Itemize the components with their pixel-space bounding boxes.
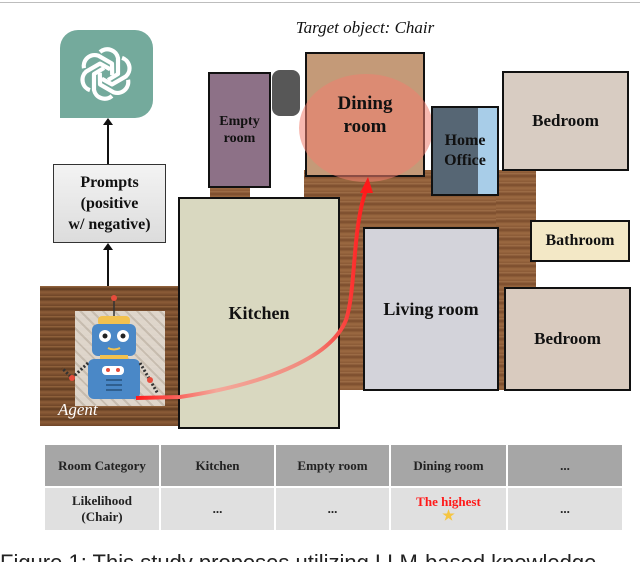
table-header-cell: Dining room <box>391 445 506 486</box>
row-label-line: Likelihood <box>72 493 132 508</box>
likelihood-table: Room Category Kitchen Empty room Dining … <box>43 443 624 532</box>
path-segment <box>135 189 368 400</box>
figure-caption: Figure 1: This study proposes utilizing … <box>0 548 640 562</box>
path-arrowhead <box>360 177 373 193</box>
highest-label: The highest <box>416 494 481 509</box>
table-header-cell: Kitchen <box>161 445 274 486</box>
star-icon: ★ <box>442 509 455 524</box>
row-label-cell: Likelihood (Chair) <box>45 488 159 530</box>
table-cell: ... <box>508 488 622 530</box>
table-cell-highest: The highest ★ <box>391 488 506 530</box>
table-header-cell: Empty room <box>276 445 389 486</box>
table-row: Likelihood (Chair) ... ... The highest ★… <box>45 488 622 530</box>
row-label-line: (Chair) <box>81 509 123 524</box>
table-cell: ... <box>276 488 389 530</box>
table-header-cell: ... <box>508 445 622 486</box>
table-cell: ... <box>161 488 274 530</box>
table-header-cell: Room Category <box>45 445 159 486</box>
table-header-row: Room Category Kitchen Empty room Dining … <box>45 445 622 486</box>
